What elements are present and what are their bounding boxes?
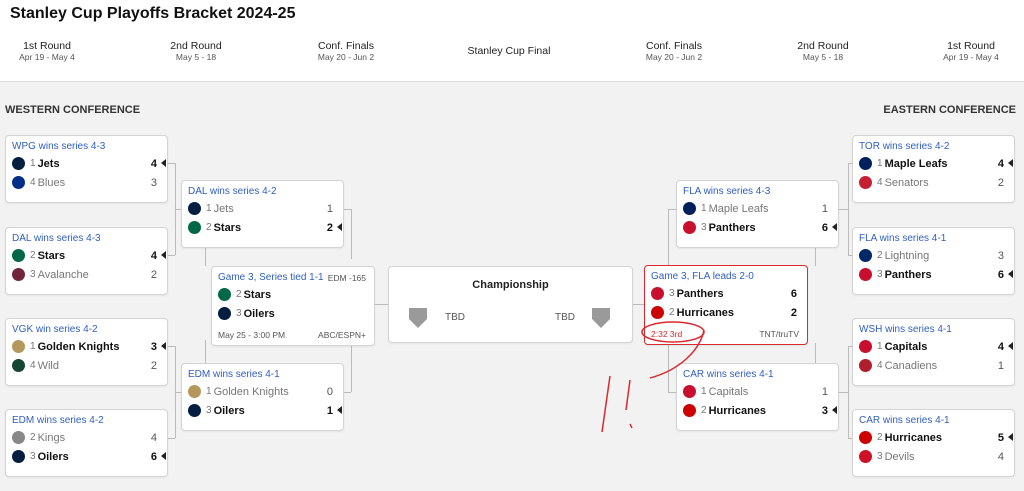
red-stroke-mark [629,423,633,429]
red-stroke-mark [601,375,611,433]
red-annotation-marks [601,321,705,433]
red-circle-mark [641,321,705,343]
red-arrow-mark [649,329,705,379]
red-stroke-mark [625,379,631,411]
